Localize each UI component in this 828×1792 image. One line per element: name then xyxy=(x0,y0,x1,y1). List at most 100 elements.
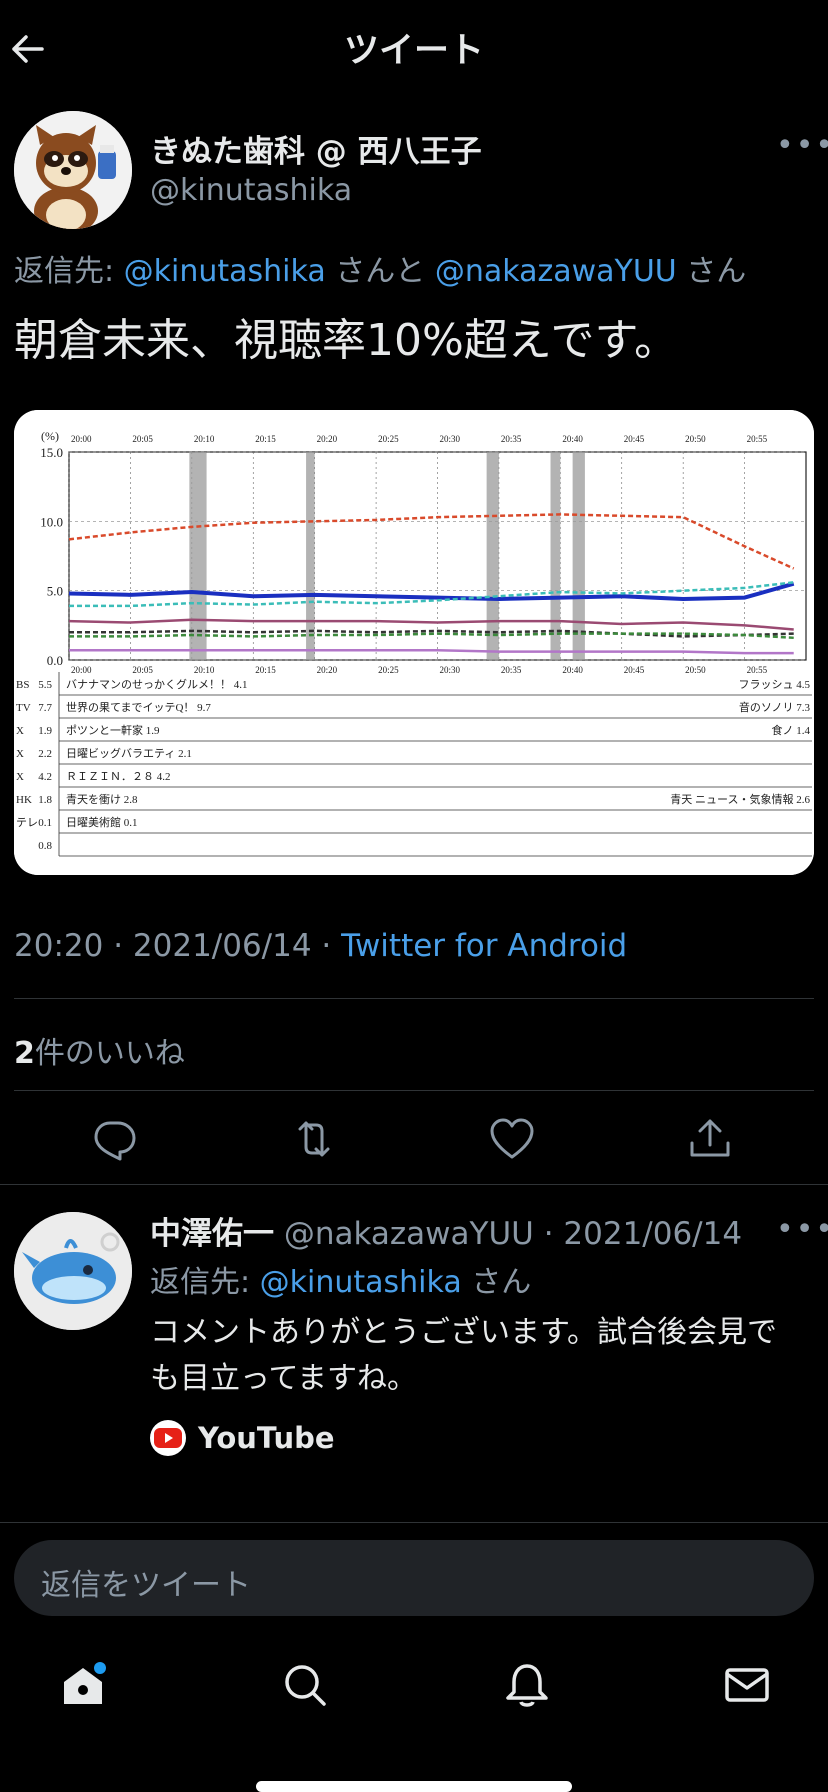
more-icon[interactable]: ••• xyxy=(776,1212,828,1247)
mention-link[interactable]: @kinutashika xyxy=(124,254,326,289)
bell-icon[interactable] xyxy=(502,1660,552,1710)
more-icon[interactable]: ••• xyxy=(776,128,828,163)
legend-program: バナナマンのせっかくグルメ！！ 4.1 xyxy=(66,677,248,691)
mention-link[interactable]: @kinutashika xyxy=(260,1265,462,1300)
x-tick-label: 20:10 xyxy=(194,665,215,675)
likes-label: 件のいいね xyxy=(34,1036,185,1071)
legend-station: TV xyxy=(16,702,31,714)
mail-icon[interactable] xyxy=(722,1660,772,1710)
heart-icon[interactable] xyxy=(488,1115,536,1163)
legend-station: X xyxy=(16,748,24,760)
ratings-chart: 15.0 10.0 5.0 0.0 (%) 20:00 20:00 20:05 20:05 20:… xyxy=(14,410,814,875)
x-tick-label-top: 20:00 xyxy=(71,434,92,444)
x-tick-label: 20:55 xyxy=(747,665,768,675)
x-tick-label: 20:45 xyxy=(624,665,645,675)
cm-band xyxy=(306,452,315,660)
reply-to-line: 返信先: @kinutashika さん xyxy=(150,1257,531,1301)
x-tick-label: 20:50 xyxy=(685,665,706,675)
x-tick-label: 20:05 xyxy=(132,665,153,675)
legend-station: X xyxy=(16,725,24,737)
youtube-link[interactable]: YouTube xyxy=(150,1418,335,1458)
x-tick-label-top: 20:15 xyxy=(255,434,276,444)
reply-composer[interactable]: 返信をツイート xyxy=(14,1540,814,1616)
author-display-name[interactable]: きぬた歯科 @ 西八王子 xyxy=(150,126,482,171)
x-tick-label-top: 20:10 xyxy=(194,434,215,444)
legend-tail: 青天 ニュース・気象情報 2.6 xyxy=(670,792,810,806)
y-tick-label: 5.0 xyxy=(47,584,63,599)
reply-handle-date: @nakazawaYUU · 2021/06/14 xyxy=(274,1216,743,1252)
legend-value: 5.5 xyxy=(38,679,52,691)
x-tick-label-top: 20:30 xyxy=(440,434,461,444)
x-tick-label-top: 20:05 xyxy=(132,434,153,444)
x-tick-label-top: 20:55 xyxy=(747,434,768,444)
reply-author-name[interactable]: 中澤佑一 xyxy=(150,1216,274,1252)
divider xyxy=(14,1090,814,1091)
legend-tail: 音のソノリ 7.3 xyxy=(739,700,811,714)
x-tick-label-top: 20:40 xyxy=(562,434,583,444)
tweet-client-link[interactable]: Twitter for Android xyxy=(341,928,627,964)
tweet-timestamp: 20:20 · 2021/06/14 · xyxy=(14,928,342,964)
legend-station: BS xyxy=(16,679,29,691)
x-tick-label-top: 20:20 xyxy=(317,434,338,444)
youtube-link-label: YouTube xyxy=(198,1421,335,1455)
reply-author[interactable]: 中澤佑一 @nakazawaYUU · 2021/06/14 xyxy=(150,1208,742,1253)
x-tick-label: 20:20 xyxy=(317,665,338,675)
legend-program: 青天を衝け 2.8 xyxy=(66,792,138,806)
legend-value: 1.9 xyxy=(38,725,52,737)
divider xyxy=(0,1522,828,1523)
tanuki-avatar-icon xyxy=(14,111,132,229)
reply-to-suffix: さん xyxy=(676,254,747,289)
reply-to-prefix: 返信先: xyxy=(14,254,124,289)
legend-value: 4.2 xyxy=(38,771,52,783)
legend-program: 世界の果てまでイッテQ！ 9.7 xyxy=(66,701,211,714)
legend-program: ポツンと一軒家 1.9 xyxy=(66,723,160,737)
search-icon[interactable] xyxy=(280,1660,330,1710)
reply-to-mid: さんと xyxy=(325,254,435,289)
bead-whale-avatar-icon xyxy=(14,1212,132,1330)
likes-count[interactable]: 2件のいいね xyxy=(14,1028,185,1072)
youtube-icon xyxy=(150,1420,186,1456)
legend-tail: フラッシュ 4.5 xyxy=(739,679,811,691)
reply-to-line: 返信先: @kinutashika さんと @nakazawaYUU さん xyxy=(14,246,746,290)
tweet-text: 朝倉未来、視聴率10%超えです。 xyxy=(14,315,679,366)
reply-to-suffix: さん xyxy=(461,1265,532,1300)
legend-program: ＲＩＺＩＮ．２８ 4.2 xyxy=(66,771,171,783)
mention-link[interactable]: @nakazawaYUU xyxy=(435,254,677,289)
legend-value: 0.8 xyxy=(38,840,52,852)
x-tick-label-top: 20:50 xyxy=(685,434,706,444)
x-tick-label: 20:35 xyxy=(501,665,522,675)
author-handle[interactable]: @kinutashika xyxy=(150,173,352,208)
likes-number: 2 xyxy=(14,1036,35,1071)
legend-station: HK xyxy=(16,794,32,806)
cm-band xyxy=(572,452,585,660)
divider xyxy=(14,998,814,999)
home-icon[interactable] xyxy=(58,1660,108,1710)
composer-placeholder: 返信をツイート xyxy=(41,1568,251,1603)
x-tick-label: 20:30 xyxy=(440,665,461,675)
avatar[interactable] xyxy=(14,111,132,229)
retweet-icon[interactable] xyxy=(290,1115,338,1163)
cm-band xyxy=(550,452,561,660)
reply-icon[interactable] xyxy=(90,1115,138,1163)
reply-to-prefix: 返信先: xyxy=(150,1265,260,1300)
page-title: ツイート xyxy=(343,31,484,71)
avatar[interactable] xyxy=(14,1212,132,1330)
x-tick-label: 20:15 xyxy=(255,665,276,675)
legend-station: テレ xyxy=(16,817,38,829)
reply-text: コメントありがとうございます。試合後会見でも目立ってますね。 xyxy=(150,1315,777,1396)
legend-value: 2.2 xyxy=(38,748,52,760)
share-icon[interactable] xyxy=(686,1115,734,1163)
x-tick-label-top: 20:45 xyxy=(624,434,645,444)
y-tick-label: 10.0 xyxy=(40,514,63,529)
cm-band xyxy=(486,452,499,660)
cm-band xyxy=(189,452,207,660)
x-tick-label: 20:40 xyxy=(562,665,583,675)
legend-value: 0.1 xyxy=(38,817,52,829)
legend-value: 7.7 xyxy=(38,702,52,714)
legend-program: 日曜美術館 0.1 xyxy=(66,815,138,829)
legend-tail: 食ノ 1.4 xyxy=(772,723,811,737)
legend-value: 1.8 xyxy=(38,794,52,806)
tweet-media-image[interactable]: 15.0 10.0 5.0 0.0 (%) 20:00 20:00 20:05 20:05 20:… xyxy=(14,410,814,875)
x-tick-label-top: 20:35 xyxy=(501,434,522,444)
divider xyxy=(0,1184,828,1185)
